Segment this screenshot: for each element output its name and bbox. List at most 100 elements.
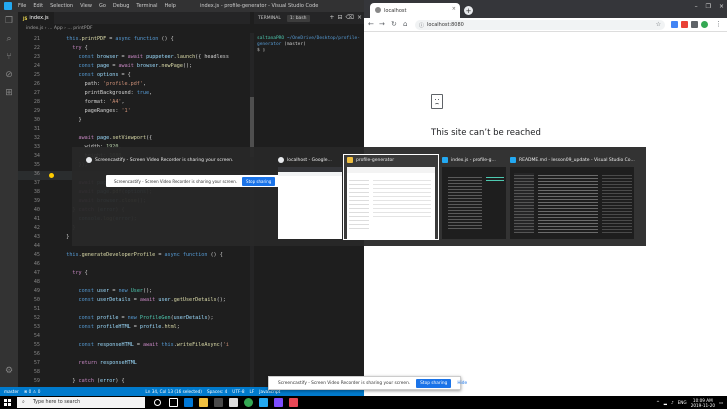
code-line[interactable]: 50 const userDetails = await user.getUse…: [18, 296, 250, 305]
menu-terminal[interactable]: Terminal: [136, 3, 157, 9]
chrome-icon[interactable]: [244, 398, 253, 407]
debug-icon[interactable]: ⊘: [0, 66, 18, 84]
status-eol[interactable]: LF: [250, 389, 255, 394]
code-line[interactable]: 23 const browser = await puppeteer.launc…: [18, 53, 250, 62]
forward-icon[interactable]: →: [379, 20, 385, 28]
menu-debug[interactable]: Debug: [113, 3, 129, 9]
status-spaces[interactable]: Spaces: 4: [207, 389, 227, 394]
code-line[interactable]: 24 const page = await browser.newPage();: [18, 62, 250, 71]
network-icon[interactable]: ▂: [664, 400, 667, 405]
code-line[interactable]: 29 pageRanges: '1': [18, 107, 250, 116]
code-line[interactable]: 31: [18, 125, 250, 134]
source-control-icon[interactable]: ⑂: [0, 48, 18, 66]
avatar[interactable]: [701, 21, 708, 28]
windows-start-icon[interactable]: [4, 399, 11, 406]
app-icon[interactable]: [289, 398, 298, 407]
minimize-icon[interactable]: –: [695, 3, 698, 10]
tab-close-icon[interactable]: ×: [452, 6, 456, 12]
split-terminal-icon[interactable]: ⊟: [337, 14, 342, 21]
status-branch[interactable]: master: [4, 389, 19, 394]
chrome-menu-icon[interactable]: ⋮: [715, 20, 722, 28]
code-line[interactable]: 49 const user = new User();: [18, 287, 250, 296]
code-line[interactable]: 52 const profile = new ProfileGen(userDe…: [18, 314, 250, 323]
new-tab-button[interactable]: +: [464, 6, 473, 15]
code-line[interactable]: 28 format: 'A4',: [18, 98, 250, 107]
file-explorer-icon[interactable]: [199, 398, 208, 407]
screencastify-icon[interactable]: [681, 21, 688, 28]
edge-icon[interactable]: [184, 398, 193, 407]
switcher-item-index-js[interactable]: index.js - profile-g...: [442, 155, 506, 239]
window-close-icon[interactable]: ×: [719, 3, 724, 10]
extensions-icon[interactable]: ⊞: [0, 84, 18, 102]
tray-chevron-icon[interactable]: ^: [656, 400, 660, 405]
trash-icon[interactable]: ⌫: [345, 14, 353, 21]
notifications-icon[interactable]: ▭: [719, 400, 723, 405]
mail-icon[interactable]: [229, 398, 238, 407]
code-line[interactable]: 26 path: 'profile.pdf',: [18, 80, 250, 89]
extension-icon[interactable]: [671, 21, 678, 28]
code-line[interactable]: 58: [18, 368, 250, 377]
status-position[interactable]: Ln 34, Col 13 (16 selected): [145, 389, 202, 394]
maximize-icon[interactable]: ❐: [706, 3, 711, 10]
chrome-tab-localhost[interactable]: localhost ×: [370, 3, 460, 18]
app-icon[interactable]: [274, 398, 283, 407]
switcher-item-readme[interactable]: README.md - lesson09_update - Visual Stu…: [510, 155, 635, 239]
code-line[interactable]: 47 try {: [18, 269, 250, 278]
home-icon[interactable]: ⌂: [403, 20, 407, 28]
taskbar-search-input[interactable]: ⌕ Type here to search: [17, 397, 145, 408]
hide-button[interactable]: Hide: [457, 381, 467, 386]
code-line[interactable]: 30 }: [18, 116, 250, 125]
code-line[interactable]: 59 } catch (error) {: [18, 377, 250, 386]
code-line[interactable]: 22 try {: [18, 44, 250, 53]
address-bar[interactable]: ⓘ localhost:8080 ☆: [415, 20, 665, 30]
search-icon[interactable]: ⌕: [0, 30, 18, 48]
menu-go[interactable]: Go: [99, 3, 106, 9]
menu-file[interactable]: File: [18, 3, 26, 9]
switcher-item-localhost[interactable]: localhost - Google...: [278, 155, 342, 239]
menu-help[interactable]: Help: [165, 3, 176, 9]
explorer-icon[interactable]: ❐: [0, 12, 18, 30]
code-line[interactable]: 46: [18, 260, 250, 269]
menu-view[interactable]: View: [80, 3, 92, 9]
code-line[interactable]: 55 const responseHTML = await this.write…: [18, 341, 250, 350]
code-line[interactable]: 32 await page.setViewport({: [18, 134, 250, 143]
language-indicator[interactable]: ENG: [678, 400, 687, 405]
terminal-input-line[interactable]: $ ▯: [257, 48, 361, 54]
tab-terminal[interactable]: TERMINAL: [258, 16, 281, 21]
store-icon[interactable]: [214, 398, 223, 407]
gear-icon[interactable]: ⚙: [0, 362, 18, 380]
code-line[interactable]: 21 this.printPDF = async function () {: [18, 35, 250, 44]
code-line[interactable]: 27 printBackground: true,: [18, 89, 250, 98]
back-icon[interactable]: ←: [368, 20, 374, 28]
bookmark-star-icon[interactable]: ☆: [656, 21, 661, 28]
add-terminal-icon[interactable]: +: [329, 14, 334, 21]
terminal-shell-select[interactable]: 1: bash: [286, 14, 310, 22]
line-number: 56: [33, 351, 40, 357]
stop-sharing-button[interactable]: Stop sharing: [416, 378, 452, 388]
volume-icon[interactable]: ♪: [671, 400, 674, 405]
code-line[interactable]: 51: [18, 305, 250, 314]
close-icon[interactable]: ×: [357, 14, 362, 21]
code-line[interactable]: 25 const options = {: [18, 71, 250, 80]
status-encoding[interactable]: UTF-8: [232, 389, 244, 394]
status-problems[interactable]: ⊗ 0 ⚠ 0: [24, 389, 41, 394]
code-line[interactable]: 57 return responseHTML: [18, 359, 250, 368]
code-line[interactable]: 48: [18, 278, 250, 287]
task-view-icon[interactable]: [169, 398, 178, 407]
info-icon[interactable]: ⓘ: [419, 22, 424, 29]
code-line[interactable]: 53 const profileHTML = profile.html;: [18, 323, 250, 332]
menu-edit[interactable]: Edit: [33, 3, 43, 9]
code-line[interactable]: 56: [18, 350, 250, 359]
menu-selection[interactable]: Selection: [50, 3, 73, 9]
tab-index-js[interactable]: JS index.js: [18, 12, 54, 24]
switcher-item-screencastify[interactable]: Screencastify - Screen Video Recorder is…: [86, 155, 291, 239]
vscode-icon[interactable]: [259, 398, 268, 407]
cortana-icon[interactable]: [154, 399, 161, 406]
code-line[interactable]: 45 this.generateDeveloperProfile = async…: [18, 251, 250, 260]
clock[interactable]: 10:09 AM 2019-11-20: [691, 398, 715, 408]
switcher-item-profile-generator[interactable]: profile-generator: [343, 154, 439, 240]
breadcrumb[interactable]: index.js › … App › … printPDF: [18, 24, 250, 33]
extension-icon[interactable]: [691, 21, 698, 28]
reload-icon[interactable]: ↻: [391, 20, 397, 28]
code-line[interactable]: 54: [18, 332, 250, 341]
